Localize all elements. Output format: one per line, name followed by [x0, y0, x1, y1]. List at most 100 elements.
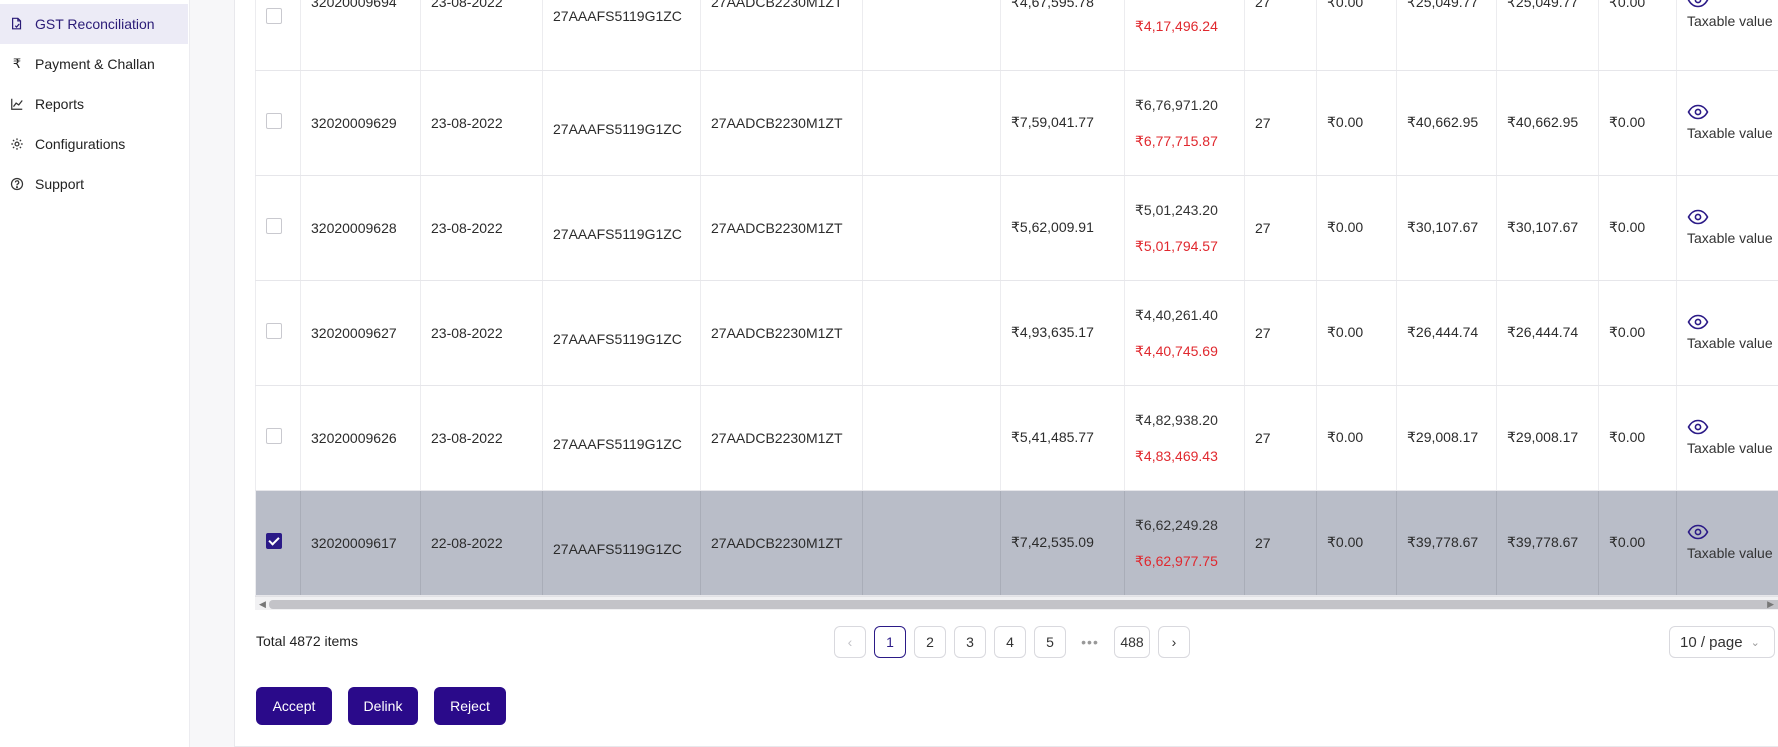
cess-amount: ₹0.00: [1609, 114, 1646, 130]
sidebar-item-gst-reconciliation[interactable]: GST Reconciliation: [0, 4, 188, 44]
cgst-amount: ₹40,662.95: [1407, 114, 1479, 130]
sidebar: GST Reconciliation ₹ Payment & Challan R…: [0, 0, 190, 747]
page-size-select[interactable]: 10 / page ⌄: [1669, 626, 1775, 658]
recipient-gstin: 27AADCB2230M1ZT: [711, 429, 843, 446]
document-date: 23-08-2022: [431, 114, 503, 131]
invoice-amount: ₹7,59,041.77: [1011, 114, 1094, 130]
page-3-button[interactable]: 3: [954, 626, 986, 658]
cgst-amount: ₹29,008.17: [1407, 429, 1479, 445]
document-number: 32020009694: [311, 0, 397, 10]
taxable-value-portal: ₹6,77,715.87: [1135, 132, 1218, 149]
place-of-supply: 27: [1255, 114, 1271, 131]
prev-page-button[interactable]: ‹: [834, 626, 866, 658]
last-page-button[interactable]: 488: [1114, 626, 1150, 658]
row-checkbox[interactable]: [266, 428, 282, 444]
sidebar-item-payment-challan[interactable]: ₹ Payment & Challan: [0, 44, 188, 84]
document-number: 32020009626: [311, 429, 397, 446]
igst-amount: ₹0.00: [1327, 324, 1364, 340]
row-checkbox[interactable]: [266, 533, 282, 549]
page-4-button[interactable]: 4: [994, 626, 1026, 658]
cess-amount: ₹0.00: [1609, 534, 1646, 550]
supplier-gstin: 27AAAFS5119G1ZC: [553, 120, 682, 137]
igst-amount: ₹0.00: [1327, 114, 1364, 130]
taxable-value-books: [1135, 0, 1234, 8]
mismatch-reason: Taxable value: [1687, 230, 1773, 246]
igst-amount: ₹0.00: [1327, 534, 1364, 550]
reconciliation-table: 32020009694 23-08-2022 27AAAFS5119G1ZC 27AA…: [255, 0, 1778, 612]
sidebar-item-label: Payment & Challan: [35, 56, 155, 72]
cgst-amount: ₹30,107.67: [1407, 219, 1479, 235]
invoice-amount: ₹4,93,635.17: [1011, 324, 1094, 340]
page-ellipsis[interactable]: •••: [1074, 634, 1106, 650]
cess-amount: ₹0.00: [1609, 0, 1646, 10]
scroll-right-icon[interactable]: ▶: [1767, 599, 1774, 610]
taxable-value-portal: ₹6,62,977.75: [1135, 552, 1218, 569]
taxable-value-books: ₹4,82,938.20: [1135, 411, 1218, 428]
delink-button[interactable]: Delink: [348, 687, 418, 725]
recipient-gstin: 27AADCB2230M1ZT: [711, 0, 843, 10]
sidebar-item-support[interactable]: Support: [0, 164, 188, 204]
taxable-value-books: ₹4,40,261.40: [1135, 306, 1218, 323]
taxable-value-portal: ₹4,40,745.69: [1135, 342, 1218, 359]
row-checkbox[interactable]: [266, 218, 282, 234]
igst-amount: ₹0.00: [1327, 219, 1364, 235]
sgst-amount: ₹25,049.77: [1507, 0, 1579, 10]
cgst-amount: ₹39,778.67: [1407, 534, 1479, 550]
sidebar-item-configurations[interactable]: Configurations: [0, 124, 188, 164]
cess-amount: ₹0.00: [1609, 219, 1646, 235]
scroll-left-icon[interactable]: ◀: [259, 599, 266, 610]
row-checkbox[interactable]: [266, 8, 282, 24]
sgst-amount: ₹39,778.67: [1507, 534, 1579, 550]
table-row[interactable]: 32020009694 23-08-2022 27AAAFS5119G1ZC 27AA…: [255, 0, 1778, 71]
page-2-button[interactable]: 2: [914, 626, 946, 658]
invoice-amount: ₹5,41,485.77: [1011, 429, 1094, 445]
file-check-icon: [9, 16, 25, 32]
eye-icon[interactable]: [1687, 104, 1778, 123]
taxable-value-books: ₹6,76,971.20: [1135, 96, 1218, 113]
rupee-icon: ₹: [12, 56, 22, 71]
invoice-amount: ₹7,42,535.09: [1011, 534, 1094, 550]
document-number: 32020009628: [311, 219, 397, 236]
reject-button[interactable]: Reject: [434, 687, 506, 725]
sgst-amount: ₹40,662.95: [1507, 114, 1579, 130]
eye-icon[interactable]: [1687, 524, 1778, 543]
accept-button[interactable]: Accept: [256, 687, 332, 725]
sidebar-item-label: GST Reconciliation: [35, 16, 155, 32]
page-1-button[interactable]: 1: [874, 626, 906, 658]
sidebar-item-label: Support: [35, 176, 85, 192]
document-date: 23-08-2022: [431, 324, 503, 341]
horizontal-scrollbar[interactable]: ◀ ▶: [255, 596, 1778, 610]
row-checkbox[interactable]: [266, 323, 282, 339]
invoice-amount: ₹4,67,595.78: [1011, 0, 1094, 10]
place-of-supply: 27: [1255, 429, 1271, 446]
scrollbar-thumb[interactable]: [269, 600, 1778, 609]
table-row[interactable]: 32020009627 23-08-2022 27AAAFS5119G1ZC 27AA…: [255, 280, 1778, 386]
document-number: 32020009629: [311, 114, 397, 131]
row-checkbox[interactable]: [266, 113, 282, 129]
sgst-amount: ₹30,107.67: [1507, 219, 1579, 235]
mismatch-reason: Taxable value: [1687, 545, 1773, 561]
supplier-gstin: 27AAAFS5119G1ZC: [553, 540, 682, 557]
table-row[interactable]: 32020009629 23-08-2022 27AAAFS5119G1ZC 27AA…: [255, 70, 1778, 176]
page-5-button[interactable]: 5: [1034, 626, 1066, 658]
eye-icon[interactable]: [1687, 0, 1778, 11]
place-of-supply: 27: [1255, 534, 1271, 551]
supplier-gstin: 27AAAFS5119G1ZC: [553, 330, 682, 347]
document-number: 32020009617: [311, 534, 397, 551]
eye-icon[interactable]: [1687, 314, 1778, 333]
document-date: 22-08-2022: [431, 534, 503, 551]
table-row[interactable]: 32020009617 22-08-2022 27AAAFS5119G1ZC 27AA…: [255, 490, 1778, 596]
table-row[interactable]: 32020009626 23-08-2022 27AAAFS5119G1ZC 27AA…: [255, 385, 1778, 491]
sidebar-item-label: Reports: [35, 96, 85, 112]
line-chart-icon: [9, 96, 25, 112]
eye-icon[interactable]: [1687, 419, 1778, 438]
page-size-value: 10 / page: [1680, 633, 1743, 651]
sidebar-item-reports[interactable]: Reports: [0, 84, 188, 124]
igst-amount: ₹0.00: [1327, 0, 1364, 10]
place-of-supply: 27: [1255, 324, 1271, 341]
document-date: 23-08-2022: [431, 0, 503, 10]
table-row[interactable]: 32020009628 23-08-2022 27AAAFS5119G1ZC 27AA…: [255, 175, 1778, 281]
place-of-supply: 27: [1255, 0, 1271, 10]
eye-icon[interactable]: [1687, 209, 1778, 228]
next-page-button[interactable]: ›: [1158, 626, 1190, 658]
